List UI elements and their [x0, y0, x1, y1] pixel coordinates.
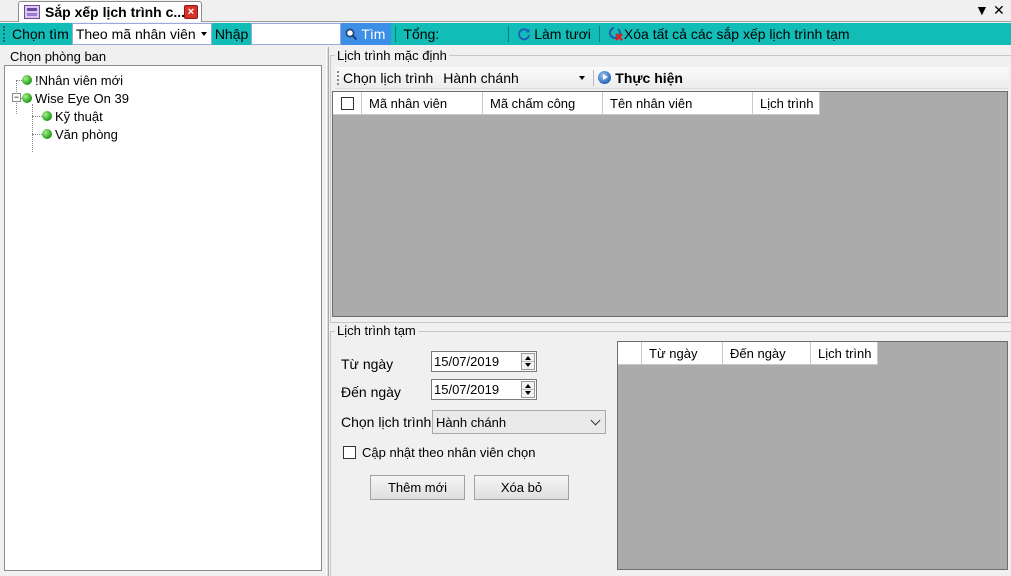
clear-all-temp-schedules-button[interactable]: Xóa tất cả các sắp xếp lịch trình tạm	[604, 26, 854, 42]
spin-divider	[522, 361, 534, 362]
temp-schedule-select[interactable]: Hành chánh	[432, 410, 606, 434]
schedule-form-icon	[24, 5, 40, 19]
panel-splitter[interactable]	[326, 47, 329, 576]
tree-node-label: !Nhân viên mới	[35, 72, 124, 88]
spin-down-icon[interactable]	[525, 363, 531, 367]
search-button-label: Tìm	[361, 26, 386, 42]
column-header[interactable]: Mã nhân viên	[362, 92, 483, 115]
spin-divider	[522, 389, 534, 390]
from-date-picker[interactable]: 15/07/2019	[431, 351, 537, 372]
execute-button-label: Thực hiện	[615, 69, 683, 86]
refresh-button-label: Làm tươi	[534, 26, 591, 42]
column-header[interactable]: Lịch trình	[753, 92, 820, 115]
column-header[interactable]: Tên nhân viên	[603, 92, 753, 115]
green-dot-icon	[42, 111, 52, 121]
document-tab-strip: Sắp xếp lịch trình c... × ▼ ✕	[0, 0, 1011, 22]
tree-connector	[32, 104, 33, 152]
total-value	[442, 23, 505, 45]
input-label: Nhập	[214, 26, 249, 42]
to-date-picker[interactable]: 15/07/2019	[431, 379, 537, 400]
toolbar-separator	[598, 26, 600, 42]
search-icon	[345, 28, 358, 40]
toolbar-separator	[508, 26, 510, 42]
tree-node[interactable]: Wise Eye On 39	[22, 89, 129, 107]
chevron-down-icon	[590, 415, 601, 426]
department-tree[interactable]: − !Nhân viên mới Wise Eye On 39 Kỹ thuật…	[4, 65, 322, 571]
tab-list-dropdown-icon[interactable]: ▼	[975, 1, 989, 19]
document-tab-title: Sắp xếp lịch trình c...	[45, 4, 186, 20]
refresh-icon	[518, 28, 531, 41]
green-dot-icon	[22, 93, 32, 103]
tree-node-label: Wise Eye On 39	[35, 90, 129, 106]
choose-schedule-label: Chọn lịch trình	[343, 69, 434, 86]
tree-node[interactable]: Văn phòng	[42, 125, 118, 143]
date-spinner[interactable]	[521, 353, 535, 370]
default-schedule-toolbar: Chọn lịch trình Hành chánh Thực hiện	[335, 67, 1009, 89]
tree-collapse-toggle[interactable]: −	[12, 93, 21, 102]
search-input[interactable]	[251, 23, 342, 45]
dropdown-arrow-icon	[579, 75, 586, 80]
spin-down-icon[interactable]	[525, 391, 531, 395]
employee-schedule-grid[interactable]: Mã nhân viên Mã chấm công Tên nhân viên …	[332, 91, 1008, 317]
toolbar-grip[interactable]	[337, 70, 340, 85]
row-indicator-header	[618, 342, 642, 365]
temp-schedule-title: Lịch trình tạm	[335, 323, 418, 338]
update-by-selected-employee-label: Cập nhật theo nhân viên chọn	[362, 445, 536, 460]
document-tab[interactable]: Sắp xếp lịch trình c... ×	[18, 1, 202, 22]
department-panel: Chọn phòng ban − !Nhân viên mới Wise Eye…	[0, 47, 326, 576]
clear-all-button-label: Xóa tất cả các sắp xếp lịch trình tạm	[623, 26, 850, 42]
department-panel-title: Chọn phòng ban	[8, 49, 109, 64]
search-toolbar: Chọn tìm Theo mã nhân viên Nhập Tìm Tổng…	[0, 23, 1011, 45]
play-icon	[598, 71, 612, 84]
select-all-checkbox-cell[interactable]	[333, 92, 362, 115]
to-date-label: Đến ngày	[341, 384, 401, 400]
spin-up-icon[interactable]	[525, 384, 531, 388]
delete-button[interactable]: Xóa bỏ	[474, 475, 569, 500]
default-schedule-value: Hành chánh	[443, 69, 519, 86]
delete-icon	[608, 27, 623, 41]
green-dot-icon	[42, 129, 52, 139]
total-label: Tổng:	[403, 26, 440, 42]
tree-node-label: Văn phòng	[55, 126, 118, 142]
from-date-value: 15/07/2019	[434, 354, 500, 369]
column-header[interactable]: Từ ngày	[642, 342, 723, 365]
spin-up-icon[interactable]	[525, 356, 531, 360]
toolbar-separator	[593, 69, 595, 86]
toolbar-grip[interactable]	[3, 26, 6, 42]
temp-choose-schedule-label: Chọn lịch trình	[341, 414, 432, 430]
search-button[interactable]: Tìm	[341, 23, 392, 45]
column-header[interactable]: Mã chấm công	[483, 92, 603, 115]
green-dot-icon	[22, 75, 32, 85]
tree-node[interactable]: !Nhân viên mới	[22, 71, 123, 89]
from-date-label: Từ ngày	[341, 356, 394, 372]
temp-schedule-value: Hành chánh	[436, 414, 507, 430]
to-date-value: 15/07/2019	[434, 382, 500, 397]
grid-header: Mã nhân viên Mã chấm công Tên nhân viên …	[333, 92, 820, 115]
update-by-selected-employee-checkbox[interactable]	[343, 446, 356, 459]
dropdown-arrow-icon	[200, 32, 207, 36]
execute-button[interactable]: Thực hiện	[598, 70, 683, 86]
default-schedule-title: Lịch trình mặc định	[335, 48, 449, 63]
tree-node-label: Kỹ thuật	[55, 108, 103, 124]
temp-schedule-grid[interactable]: Từ ngày Đến ngày Lịch trình	[617, 341, 1008, 570]
search-by-label: Chọn tìm	[12, 26, 69, 42]
search-by-value: Theo mã nhân viên	[75, 26, 196, 42]
column-header[interactable]: Đến ngày	[723, 342, 811, 365]
select-all-checkbox[interactable]	[341, 96, 354, 110]
grid-header: Từ ngày Đến ngày Lịch trình	[618, 342, 878, 365]
window-close-icon[interactable]: ✕	[993, 1, 1005, 19]
update-by-selected-employee-option[interactable]: Cập nhật theo nhân viên chọn	[343, 445, 535, 460]
refresh-button[interactable]: Làm tươi	[513, 26, 595, 42]
default-schedule-dropdown[interactable]: Hành chánh	[439, 68, 589, 88]
tree-node[interactable]: Kỹ thuật	[42, 107, 103, 125]
date-spinner[interactable]	[521, 381, 535, 398]
search-by-dropdown[interactable]: Theo mã nhân viên	[71, 23, 212, 45]
tab-close-icon[interactable]: ×	[184, 5, 198, 19]
toolbar-separator	[395, 26, 397, 42]
column-header[interactable]: Lịch trình	[811, 342, 878, 365]
add-new-button[interactable]: Thêm mới	[370, 475, 465, 500]
